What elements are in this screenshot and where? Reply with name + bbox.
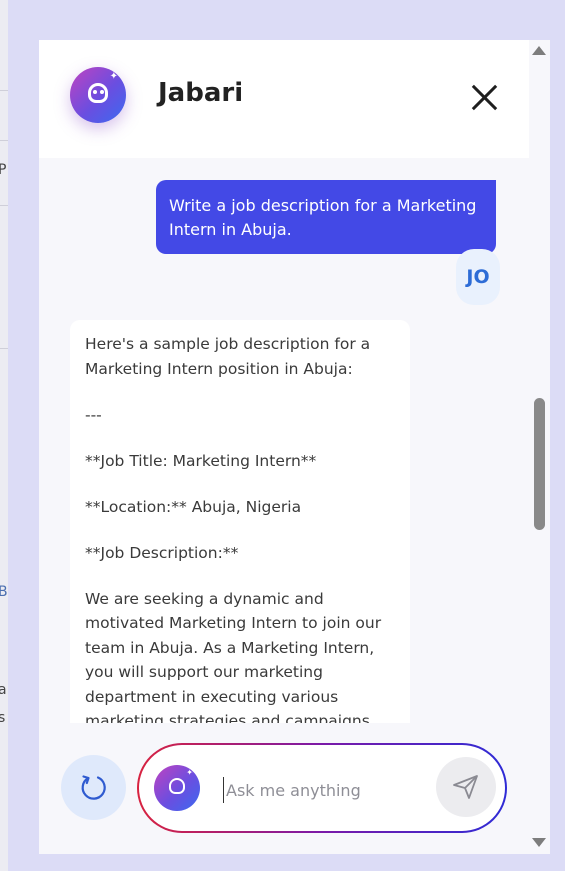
assistant-message-paragraph: **Job Title: Marketing Intern** bbox=[85, 451, 317, 470]
robot-icon bbox=[88, 83, 108, 103]
robot-icon bbox=[169, 778, 185, 794]
sparkle-icon: ✦ bbox=[186, 768, 193, 777]
message-list[interactable]: Write a job description for a Marketing … bbox=[39, 158, 529, 723]
assistant-avatar: ✦ bbox=[70, 67, 126, 123]
composer-bar: ✦ bbox=[39, 725, 529, 854]
background-divider bbox=[0, 140, 8, 141]
background-divider bbox=[0, 90, 8, 91]
assistant-message: Here's a sample job description for a Ma… bbox=[70, 320, 410, 723]
assistant-message-paragraph: **Location:** Abuja, Nigeria bbox=[85, 497, 302, 516]
message-input[interactable] bbox=[223, 777, 428, 803]
assistant-name: Jabari bbox=[158, 78, 244, 108]
chat-header: ✦ Jabari bbox=[39, 40, 529, 158]
background-text: s bbox=[0, 710, 6, 726]
assistant-message-paragraph: Here's a sample job description for a Ma… bbox=[85, 335, 371, 378]
user-message: Write a job description for a Marketing … bbox=[156, 180, 496, 254]
background-divider bbox=[0, 205, 8, 206]
send-icon bbox=[453, 775, 478, 799]
user-avatar: JO bbox=[456, 249, 500, 305]
background-text: P bbox=[0, 162, 7, 178]
new-chat-button[interactable] bbox=[61, 755, 126, 820]
assistant-avatar-small: ✦ bbox=[154, 765, 200, 811]
assistant-message-paragraph: We are seeking a dynamic and motivated M… bbox=[85, 589, 382, 724]
background-page bbox=[0, 0, 8, 871]
background-text: a bbox=[0, 682, 7, 698]
scrollbar-thumb[interactable] bbox=[534, 398, 545, 530]
chat-panel: ✦ Jabari Write a job description for a M… bbox=[39, 40, 550, 854]
assistant-message-paragraph: --- bbox=[85, 405, 102, 424]
assistant-message-paragraph: **Job Description:** bbox=[85, 543, 239, 562]
sparkle-icon: ✦ bbox=[109, 71, 118, 82]
background-text: B bbox=[0, 584, 8, 600]
send-button[interactable] bbox=[436, 757, 496, 817]
close-button[interactable] bbox=[470, 82, 498, 112]
scroll-up-arrow[interactable] bbox=[532, 46, 546, 55]
refresh-icon bbox=[81, 775, 106, 800]
background-divider bbox=[0, 348, 8, 349]
scroll-down-arrow[interactable] bbox=[532, 838, 546, 847]
message-input-container: ✦ bbox=[137, 743, 507, 833]
